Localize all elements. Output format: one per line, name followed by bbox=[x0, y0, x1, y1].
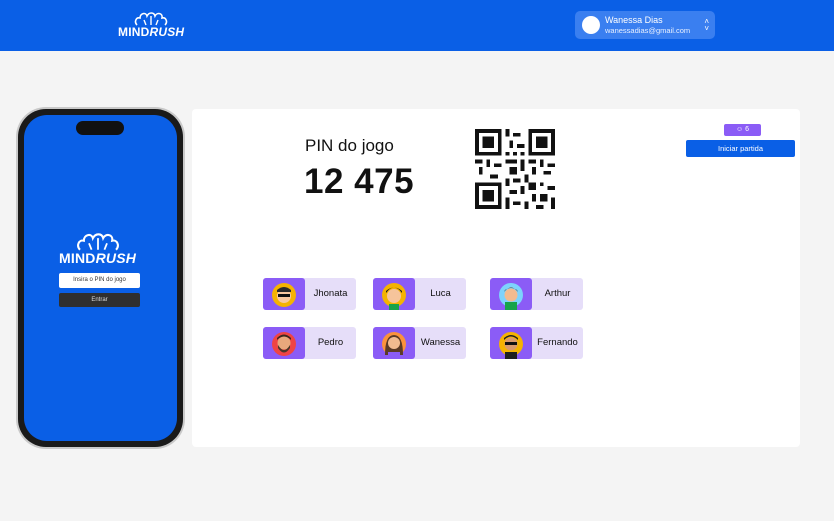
user-avatar bbox=[582, 16, 600, 34]
player-avatar bbox=[263, 327, 305, 359]
player-count-badge: ☺ 6 bbox=[724, 124, 761, 136]
phone-logo-text: MINDRUSH bbox=[59, 250, 137, 266]
user-icon: ☺ bbox=[735, 126, 744, 133]
phone-mockup: MINDRUSH Insira o PIN do jogo Entrar bbox=[18, 109, 183, 447]
player-avatar bbox=[373, 327, 415, 359]
face-icon bbox=[272, 283, 296, 307]
qr-code bbox=[475, 129, 555, 209]
mindrush-logo[interactable]: MINDRUSH bbox=[118, 12, 184, 38]
face-icon bbox=[382, 283, 406, 310]
face-icon bbox=[272, 332, 296, 356]
player-avatar bbox=[490, 327, 532, 359]
player-card: Arthur bbox=[490, 278, 583, 310]
brain-icon bbox=[134, 12, 168, 26]
player-name: Wanessa bbox=[420, 337, 461, 348]
player-count: 6 bbox=[745, 126, 749, 133]
brain-icon bbox=[76, 233, 119, 251]
pin-label: PIN do jogo bbox=[305, 136, 394, 155]
user-menu[interactable]: Wanessa Dias wanessadias@gmail.com ˄ ˅ bbox=[575, 11, 715, 39]
phone-screen: MINDRUSH Insira o PIN do jogo Entrar bbox=[24, 115, 177, 441]
player-card: Jhonata bbox=[263, 278, 356, 310]
player-avatar bbox=[373, 278, 415, 310]
player-card: Pedro bbox=[263, 327, 356, 359]
top-bar: MINDRUSH Wanessa Dias wanessadias@gmail.… bbox=[0, 0, 834, 51]
chevron-up-down-icon: ˄ ˅ bbox=[704, 17, 709, 33]
user-email: wanessadias@gmail.com bbox=[605, 26, 691, 35]
face-icon bbox=[499, 283, 523, 310]
player-card: Wanessa bbox=[373, 327, 466, 359]
player-name: Fernando bbox=[537, 337, 578, 348]
phone-pin-input[interactable]: Insira o PIN do jogo bbox=[59, 273, 140, 288]
phone-enter-button[interactable]: Entrar bbox=[59, 293, 140, 307]
player-avatar bbox=[490, 278, 532, 310]
face-icon bbox=[382, 332, 406, 359]
phone-notch bbox=[76, 121, 124, 135]
player-name: Arthur bbox=[544, 288, 571, 299]
player-name: Jhonata bbox=[313, 288, 348, 299]
player-name: Pedro bbox=[317, 337, 344, 348]
start-game-button[interactable]: Iniciar partida bbox=[686, 140, 795, 157]
player-card: Fernando bbox=[490, 327, 583, 359]
face-icon bbox=[499, 332, 523, 359]
pin-value: 12 475 bbox=[304, 162, 415, 201]
player-card: Luca bbox=[373, 278, 466, 310]
phone-mindrush-logo: MINDRUSH bbox=[59, 233, 136, 265]
user-name: Wanessa Dias bbox=[605, 15, 663, 25]
logo-text: MINDRUSH bbox=[118, 25, 185, 39]
player-name: Luca bbox=[430, 288, 451, 299]
player-avatar bbox=[263, 278, 305, 310]
